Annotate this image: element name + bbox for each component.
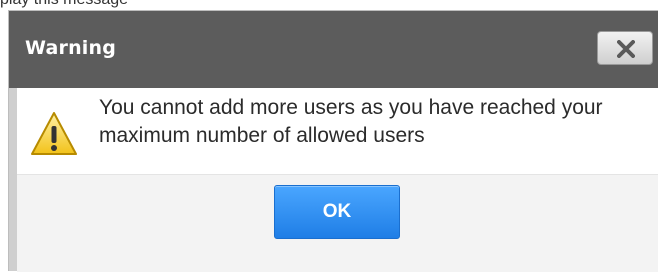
message-area: You cannot add more users as you have re…: [17, 88, 658, 174]
dialog-titlebar: Warning: [9, 11, 658, 88]
warning-dialog: Warning You cannot add more users as you…: [8, 10, 658, 272]
warning-icon: [31, 112, 77, 155]
dialog-title: Warning: [25, 37, 117, 59]
close-icon: [617, 40, 635, 58]
close-button[interactable]: [597, 31, 653, 65]
ok-button[interactable]: OK: [274, 185, 400, 239]
dialog-footer: OK: [17, 174, 658, 272]
page-top-text: play this message: [0, 0, 128, 9]
dialog-content: You cannot add more users as you have re…: [17, 88, 658, 272]
warning-message: You cannot add more users as you have re…: [99, 96, 603, 147]
page-top-strip: play this message: [0, 0, 658, 10]
